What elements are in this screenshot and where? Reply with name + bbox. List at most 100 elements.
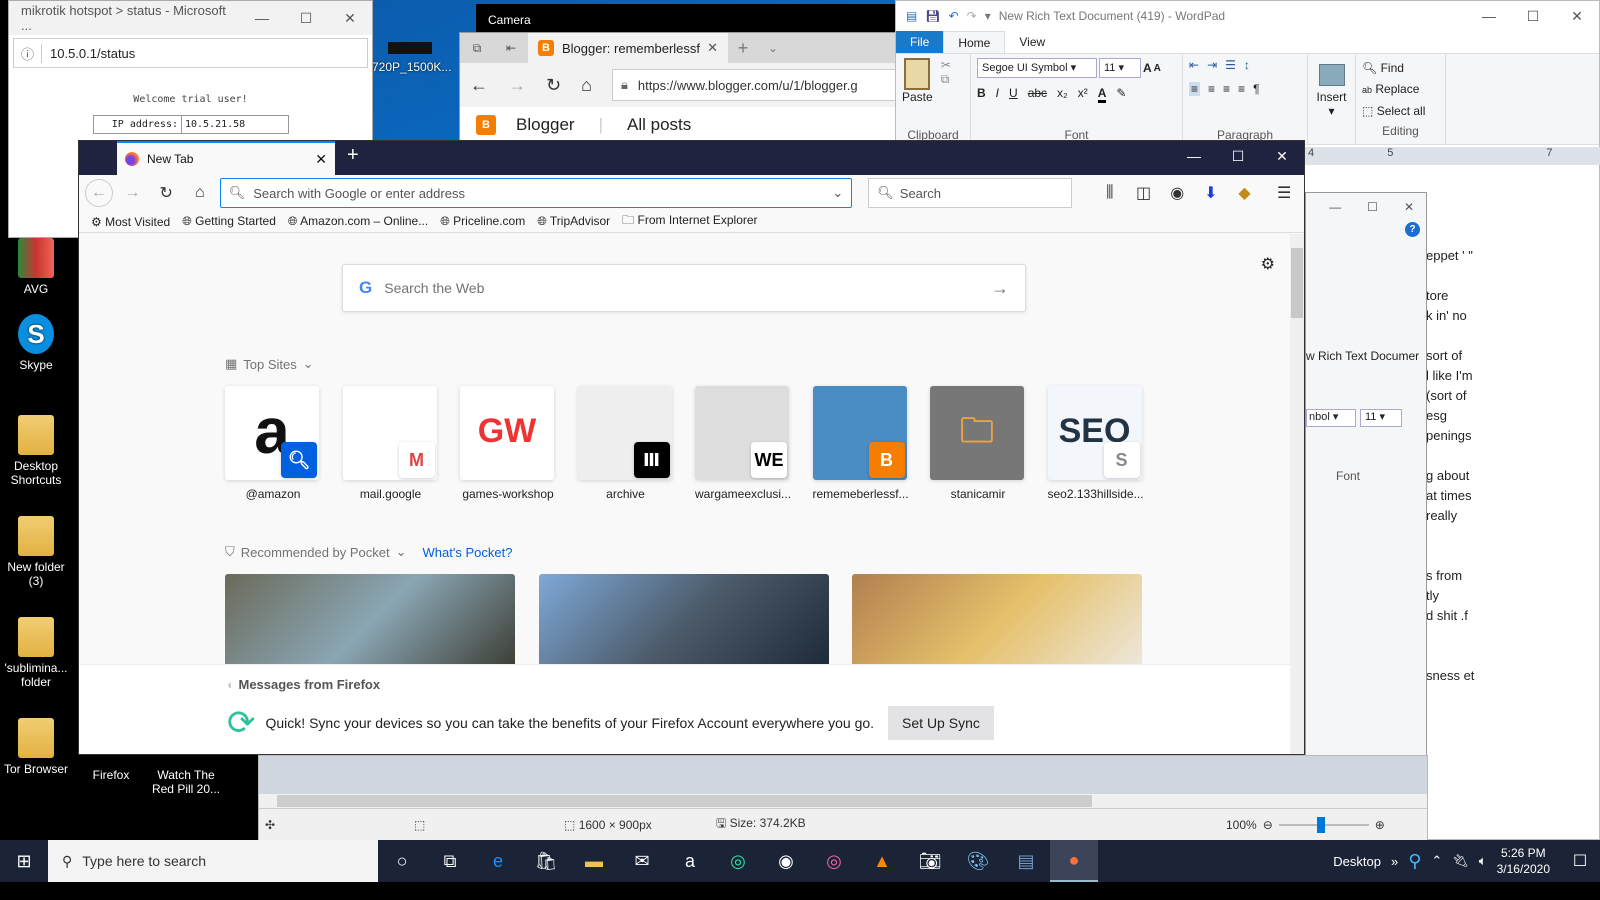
desktop-icon-desktop-shortcuts[interactable]: Desktop Shortcuts (0, 415, 72, 487)
redo-icon[interactable]: ↷ (967, 9, 977, 23)
tab-new-tab[interactable]: New Tab ✕ (117, 141, 335, 175)
chevron-down-icon[interactable]: ⌄ (832, 185, 843, 201)
reload-icon[interactable]: ↻ (152, 179, 180, 207)
tab-file[interactable]: File (896, 31, 944, 53)
minimize-button[interactable]: — (1467, 8, 1511, 25)
bookmark-item[interactable]: ⚙ Most Visited (91, 215, 170, 229)
strikethrough-icon[interactable]: abc (1028, 86, 1047, 103)
top-site-tile[interactable]: a 🔍︎ @amazon (225, 386, 321, 501)
chevron-down-icon[interactable]: ⌄ (396, 544, 407, 560)
chevron-down-icon[interactable]: ⌄ (758, 33, 788, 63)
align-left-icon[interactable]: ≡ (1189, 82, 1201, 96)
paste-button[interactable]: Paste (902, 58, 933, 104)
back-icon[interactable]: ← (85, 179, 113, 207)
font-family-select[interactable]: Segoe UI Symbol ▾ (977, 58, 1097, 78)
amazon-icon[interactable]: a (666, 840, 714, 882)
library-icon[interactable]: ⫼ (1096, 179, 1124, 207)
decrease-indent-icon[interactable]: ⇤ (1189, 58, 1199, 72)
align-right-icon[interactable]: ≡ (1223, 82, 1230, 96)
horizontal-scrollbar[interactable] (259, 794, 1427, 808)
underline-icon[interactable]: U (1009, 86, 1018, 103)
home-icon[interactable]: ⌂ (186, 179, 214, 207)
close-button[interactable]: ✕ (1260, 141, 1304, 175)
chevron-up-icon[interactable]: ⌃ (1431, 853, 1442, 869)
tab-preview-icon[interactable]: ⧉ (460, 33, 494, 63)
find-button[interactable]: 🔍︎ Find (1362, 58, 1439, 79)
vlc-icon[interactable]: ▲ (858, 840, 906, 882)
close-button[interactable]: ✕ (1555, 8, 1599, 25)
desktop-icon-avg[interactable]: AVG (0, 238, 72, 296)
menu-icon[interactable]: ☰ (1270, 179, 1298, 207)
camera-window-title[interactable]: Camera (476, 4, 900, 34)
pocket-card-image[interactable] (225, 574, 515, 664)
search-bar[interactable]: 🔍︎ Search (868, 178, 1073, 208)
font-family-select[interactable]: nbol ▾ (1306, 409, 1356, 427)
vertical-scrollbar[interactable] (1290, 234, 1304, 754)
copy-icon[interactable]: ⧉ (941, 72, 951, 87)
mail-icon[interactable]: ✉ (618, 840, 666, 882)
desktop-toolbar-label[interactable]: Desktop (1333, 854, 1381, 869)
text-color-icon[interactable]: A (1097, 86, 1107, 103)
file-explorer-icon[interactable]: ▬ (570, 840, 618, 882)
task-view-icon[interactable]: ⧉ (426, 840, 474, 882)
select-all-button[interactable]: ⬚ Select all (1362, 101, 1439, 122)
bookmark-item[interactable]: 🌐︎ TripAdvisor (537, 214, 610, 229)
store-icon[interactable]: 🛍︎ (522, 840, 570, 882)
scrollbar-thumb[interactable] (277, 795, 1092, 807)
paint-icon[interactable]: 🎨︎ (954, 840, 1002, 882)
tripadvisor-icon[interactable]: ◎ (714, 840, 762, 882)
close-tab-icon[interactable]: ✕ (707, 40, 718, 56)
set-aside-tabs-icon[interactable]: ⇤ (494, 33, 528, 63)
network-app-icon[interactable]: ⚲ (1408, 851, 1421, 872)
start-button[interactable]: ⊞ (0, 840, 48, 882)
gear-icon[interactable]: ⚙ (1261, 254, 1275, 274)
increase-indent-icon[interactable]: ⇥ (1207, 58, 1217, 72)
tab-view[interactable]: View (1005, 31, 1059, 53)
camera-app-icon[interactable]: ◎ (810, 840, 858, 882)
pocket-card-image[interactable] (852, 574, 1142, 664)
new-tab-icon[interactable]: + (728, 33, 758, 63)
sidebar-icon[interactable]: ◫ (1130, 179, 1158, 207)
top-site-tile[interactable]: Ⅲarchive (577, 386, 674, 501)
font-size-select[interactable]: 11 ▾ (1360, 409, 1402, 427)
justify-icon[interactable]: ≡ (1238, 82, 1245, 96)
tab-blogger[interactable]: B Blogger: rememberlessf ✕ (528, 33, 728, 63)
highlight-icon[interactable]: ✎ (1116, 86, 1126, 103)
top-site-tile[interactable]: GW games-workshop (460, 386, 556, 501)
cut-icon[interactable]: ✂ (941, 58, 951, 72)
desktop-icon-firefox[interactable]: Firefox (75, 768, 147, 782)
zoom-slider[interactable] (1278, 816, 1369, 833)
document-text[interactable]: eppet ' " tore k in' no sort of l like I'm (s… (1426, 246, 1474, 686)
minimize-button[interactable]: — (1172, 141, 1216, 175)
wordpad-icon[interactable]: ▤ (1002, 840, 1050, 882)
bold-icon[interactable]: B (977, 86, 986, 103)
whats-pocket-link[interactable]: What's Pocket? (423, 545, 513, 560)
pocket-card-image[interactable] (539, 574, 829, 664)
volume-icon[interactable]: 🔈︎ (1479, 853, 1487, 869)
top-site-tile[interactable]: WE wargameexclusi... (695, 386, 791, 501)
subscript-icon[interactable]: x₂ (1057, 86, 1068, 103)
top-site-tile[interactable]: SEO S seo2.133hillside... (1047, 386, 1144, 501)
maximize-button[interactable]: ☐ (1367, 200, 1378, 214)
desktop-icon-subliminal-folder[interactable]: 'sublimina... folder (0, 617, 72, 689)
desktop-icon-skype[interactable]: S Skype (0, 314, 72, 372)
refresh-icon[interactable]: ↻ (546, 75, 561, 96)
save-icon[interactable]: 💾︎ (925, 9, 940, 23)
forward-icon[interactable]: → (508, 75, 526, 96)
camera-icon[interactable]: 📷︎ (906, 840, 954, 882)
desktop-icon-video[interactable]: 720P_1500K... (372, 42, 451, 74)
tab-home[interactable]: Home (943, 31, 1006, 53)
bookmark-item[interactable]: 🌐︎ Amazon.com – Online... (288, 214, 428, 229)
minimize-button[interactable]: — (240, 10, 284, 27)
desktop-icon-tor-browser[interactable]: Tor Browser (0, 718, 72, 776)
extension-icon[interactable]: ◆ (1231, 179, 1259, 207)
desktop-icon-red-pill[interactable]: Watch The Red Pill 20... (150, 768, 222, 796)
power-icon[interactable]: 🔌︎ (1452, 853, 1469, 869)
firefox-icon[interactable]: ● (1050, 840, 1098, 882)
undo-icon[interactable]: ↶ (949, 9, 959, 23)
home-icon[interactable]: ⌂ (581, 75, 592, 96)
top-site-tile[interactable]: Mmail.google (342, 386, 439, 501)
font-size-select[interactable]: 11 ▾ (1099, 58, 1141, 78)
webcam-app-icon[interactable]: ◉ (762, 840, 810, 882)
superscript-icon[interactable]: x² (1078, 86, 1088, 103)
